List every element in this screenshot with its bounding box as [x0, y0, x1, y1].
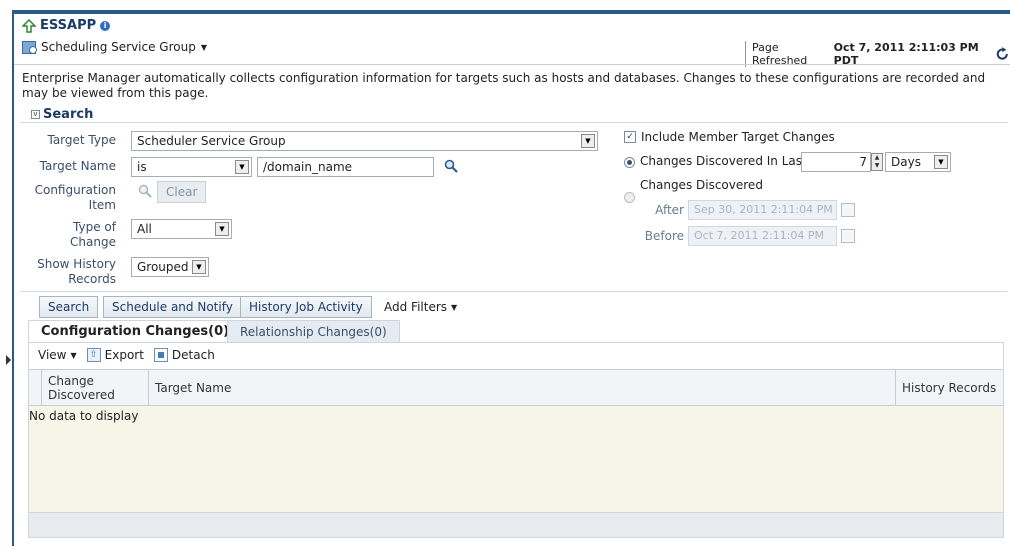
service-group-icon: [22, 40, 37, 54]
schedule-notify-button[interactable]: Schedule and Notify: [103, 296, 242, 318]
column-target-name[interactable]: Target Name: [149, 370, 896, 405]
column-history-records[interactable]: History Records: [896, 370, 1003, 405]
target-name-label: Target Name: [39, 159, 116, 173]
chevron-down-icon[interactable]: ▼: [201, 43, 207, 52]
tab-relationship-changes[interactable]: Relationship Changes(0): [227, 320, 400, 343]
target-type-value: Scheduler Service Group: [137, 134, 286, 148]
tab-configuration-changes[interactable]: Configuration Changes(0): [28, 320, 243, 343]
changes-last-unit-select[interactable]: Days ▼: [885, 152, 951, 172]
empty-message: No data to display: [29, 409, 139, 423]
show-history-select[interactable]: Grouped ▼: [131, 257, 209, 277]
clear-button[interactable]: Clear: [157, 181, 207, 203]
view-label: View: [38, 348, 67, 362]
results-toolbar: View ▼ ⇧ Export Detach: [38, 348, 215, 362]
show-history-label-line2: Records: [68, 272, 116, 286]
search-icon[interactable]: [444, 159, 458, 173]
stepper-icon[interactable]: ▲ ▼: [871, 153, 883, 171]
show-history-label-line1: Show History: [37, 257, 116, 271]
detach-icon: [153, 348, 168, 362]
app-title[interactable]: ESSAPP: [40, 18, 96, 33]
group-name[interactable]: Scheduling Service Group: [41, 40, 196, 54]
type-of-change-select[interactable]: All ▼: [131, 219, 232, 239]
calendar-icon[interactable]: [841, 229, 855, 243]
type-of-change-label-line2: Change: [70, 235, 116, 249]
target-name-input[interactable]: /domain_name: [257, 157, 434, 177]
changes-last-radio[interactable]: [624, 157, 635, 168]
before-date-input[interactable]: Oct 7, 2011 2:11:04 PM: [688, 226, 837, 246]
export-button[interactable]: ⇧ Export: [86, 348, 144, 362]
header-divider: [14, 64, 1010, 65]
search-section-header[interactable]: v Search: [31, 107, 93, 122]
add-filters-menu[interactable]: Add Filters ▼: [384, 300, 457, 314]
config-item-label-line1: Configuration: [34, 183, 116, 197]
show-history-value: Grouped: [137, 260, 189, 274]
type-of-change-label: Type of Change: [30, 220, 116, 250]
table-header: Change Discovered Target Name History Re…: [29, 369, 1003, 406]
chevron-down-icon: ▼: [192, 260, 206, 274]
chevron-down-icon: ▼: [451, 302, 458, 312]
target-name-operator-select[interactable]: is ▼: [131, 157, 252, 177]
unit-value: Days: [891, 155, 921, 169]
page-description: Enterprise Manager automatically collect…: [22, 71, 986, 100]
select-column-header[interactable]: [29, 370, 42, 405]
info-icon[interactable]: i: [100, 20, 111, 31]
type-of-change-label-line1: Type of: [73, 220, 116, 234]
target-group-menu[interactable]: Scheduling Service Group ▼: [22, 40, 207, 54]
chevron-down-icon: ▼: [581, 134, 595, 148]
history-job-activity-button[interactable]: History Job Activity: [240, 296, 372, 318]
show-history-label: Show History Records: [30, 257, 116, 287]
chevron-down-icon: ▼: [215, 222, 229, 236]
changes-last-input[interactable]: 7: [801, 152, 871, 172]
column-change-line1: Change: [48, 373, 94, 388]
view-menu[interactable]: View ▼: [38, 348, 77, 362]
chevron-down-icon: ▼: [235, 160, 249, 174]
before-label: Before: [644, 229, 684, 243]
left-border: [12, 10, 14, 546]
detach-button[interactable]: Detach: [153, 348, 215, 362]
collapse-pane-handle[interactable]: [6, 355, 11, 365]
table-footer: [29, 512, 1003, 537]
search-button[interactable]: Search: [39, 296, 99, 318]
changes-last-label: Changes Discovered In Last: [640, 154, 807, 168]
chevron-down-icon: ▼: [70, 350, 77, 360]
changes-discovered-label: Changes Discovered: [640, 178, 763, 192]
include-member-checkbox[interactable]: ✓: [624, 131, 636, 143]
config-item-label: Configuration Item: [30, 183, 116, 213]
search-divider: [20, 122, 1008, 123]
column-change-line2: Discovered: [48, 387, 115, 402]
detach-label: Detach: [171, 348, 215, 362]
refresh-icon[interactable]: [995, 46, 1010, 62]
buttons-divider: [20, 291, 1008, 292]
column-change-discovered[interactable]: Change Discovered: [42, 370, 149, 405]
app-title-area: ESSAPP i: [22, 18, 111, 33]
include-member-label: Include Member Target Changes: [641, 130, 835, 144]
after-label: After: [655, 203, 684, 217]
target-type-select[interactable]: Scheduler Service Group ▼: [131, 131, 598, 151]
type-of-change-value: All: [137, 222, 152, 236]
disclosure-icon[interactable]: v: [31, 110, 40, 119]
export-icon: ⇧: [86, 348, 101, 362]
chevron-down-icon: ▼: [934, 155, 948, 169]
target-type-label: Target Type: [47, 133, 116, 147]
top-border: [12, 10, 1010, 14]
calendar-icon[interactable]: [841, 203, 855, 217]
changes-discovered-radio[interactable]: [624, 192, 635, 203]
after-date-input[interactable]: Sep 30, 2011 2:11:04 PM: [688, 200, 837, 220]
search-title: Search: [43, 107, 94, 122]
config-item-label-line2: Item: [88, 198, 116, 212]
operator-value: is: [137, 160, 147, 174]
search-icon: [138, 184, 152, 198]
export-label: Export: [104, 348, 144, 362]
up-arrow-icon[interactable]: [22, 18, 36, 33]
add-filters-label: Add Filters: [384, 300, 448, 314]
